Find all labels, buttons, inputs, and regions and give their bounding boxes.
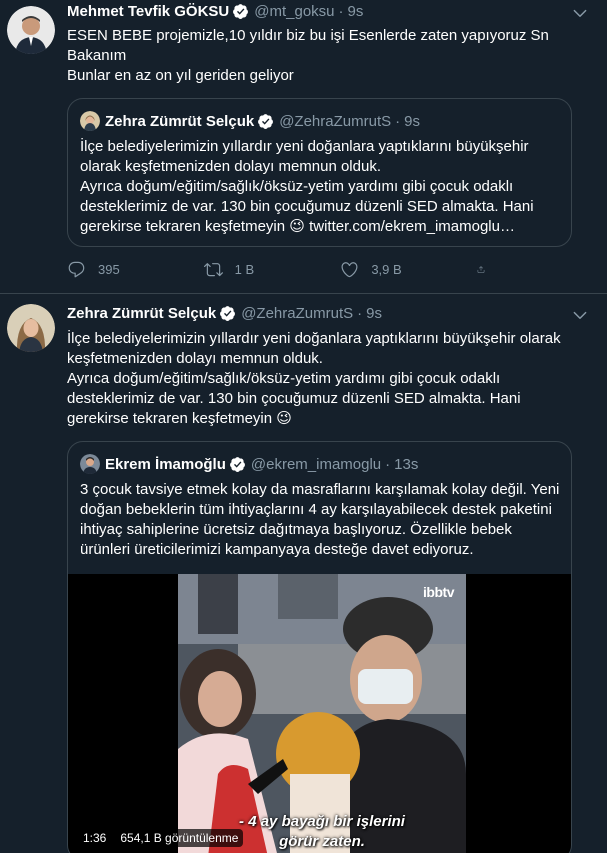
timestamp[interactable]: 9s — [366, 305, 382, 322]
video-duration: 1:36 — [78, 829, 112, 847]
retweet-icon — [203, 263, 223, 277]
verified-badge-icon — [229, 456, 245, 472]
retweet-count: 1 B — [234, 262, 255, 277]
avatar-selcuk[interactable] — [7, 304, 55, 352]
quoted-tweet-text: İlçe belediyelerimizin yıllardır yeni do… — [80, 137, 562, 237]
video-brand-logo: ibbtv — [423, 584, 454, 600]
verified-badge-icon — [220, 306, 236, 321]
quoted-author-handle: @ZehraZumrutS — [279, 112, 392, 130]
chevron-down-icon[interactable] — [571, 4, 589, 22]
author-name[interactable]: Mehmet Tevfik GÖKSU — [67, 3, 229, 20]
tweet-actions: 395 1 B 3,9 B — [67, 260, 497, 279]
tweet-goksu[interactable]: Mehmet Tevfik GÖKSU @mt_goksu · 9s ESEN … — [0, 0, 607, 294]
separator: · — [357, 305, 363, 322]
quoted-tweet[interactable]: Ekrem İmamoğlu @ekrem_imamoglu · 13s 3 ç… — [67, 441, 572, 853]
quoted-tweet[interactable]: Zehra Zümrüt Selçuk @ZehraZumrutS · 9s İ… — [67, 98, 572, 247]
quoted-timestamp: 9s — [404, 112, 420, 130]
video-info: 1:36 654,1 B görüntülenme — [78, 829, 247, 847]
tweet-header: Mehmet Tevfik GÖKSU @mt_goksu · 9s — [67, 3, 363, 20]
video-views: 654,1 B görüntülenme — [115, 829, 244, 847]
avatar-imamoglu-small — [80, 454, 100, 474]
retweet-button[interactable]: 1 B — [203, 260, 304, 279]
like-icon — [341, 262, 358, 278]
avatar-goksu[interactable] — [7, 6, 55, 54]
author-name[interactable]: Zehra Zümrüt Selçuk — [67, 305, 216, 322]
quoted-tweet-header: Ekrem İmamoğlu @ekrem_imamoglu · 13s — [80, 454, 418, 474]
like-button[interactable]: 3,9 B — [340, 260, 440, 279]
quoted-timestamp: 13s — [394, 455, 419, 473]
avatar-selcuk-small — [80, 111, 100, 131]
verified-badge-icon — [258, 113, 274, 129]
author-handle[interactable]: @ZehraZumrutS — [241, 305, 353, 322]
separator: · — [395, 112, 401, 130]
quoted-author-name: Zehra Zümrüt Selçuk — [105, 112, 255, 130]
tweet-text-main: İlçe belediyelerimizin yıllardır yeni do… — [67, 330, 561, 427]
wink-emoji: 😉 — [289, 218, 305, 235]
chevron-down-icon[interactable] — [571, 306, 589, 324]
separator: · — [385, 455, 391, 473]
separator: · — [338, 3, 344, 20]
wink-emoji: 😉 — [276, 410, 292, 427]
tweet-text: ESEN BEBE projemizle,10 yıldır biz bu iş… — [67, 27, 549, 84]
video-player[interactable]: ibbtv - 4 ay bayağı bir işlerini görür z… — [68, 574, 571, 853]
reply-icon — [68, 261, 85, 278]
share-button[interactable] — [477, 260, 497, 279]
quoted-author-handle: @ekrem_imamoglu — [250, 455, 382, 473]
reply-count: 395 — [98, 262, 120, 277]
video-frame[interactable]: ibbtv - 4 ay bayağı bir işlerini görür z… — [178, 574, 466, 853]
timestamp[interactable]: 9s — [348, 3, 364, 20]
like-count: 3,9 B — [371, 262, 402, 277]
author-handle[interactable]: @mt_goksu — [254, 3, 334, 20]
quoted-author-name: Ekrem İmamoğlu — [105, 455, 226, 473]
share-icon — [477, 266, 485, 273]
tweet-selcuk[interactable]: Zehra Zümrüt Selçuk @ZehraZumrutS · 9s İ… — [0, 294, 607, 853]
tweet-header: Zehra Zümrüt Selçuk @ZehraZumrutS · 9s — [67, 305, 382, 322]
tweet-text: İlçe belediyelerimizin yıllardır yeni do… — [67, 329, 572, 429]
verified-badge-icon — [233, 4, 249, 19]
quoted-link[interactable]: twitter.com/ekrem_imamoglu… — [305, 218, 515, 235]
quoted-tweet-header: Zehra Zümrüt Selçuk @ZehraZumrutS · 9s — [80, 111, 420, 131]
reply-button[interactable]: 395 — [67, 260, 167, 279]
quoted-tweet-text: 3 çocuk tavsiye etmek kolay da masraflar… — [80, 481, 564, 558]
